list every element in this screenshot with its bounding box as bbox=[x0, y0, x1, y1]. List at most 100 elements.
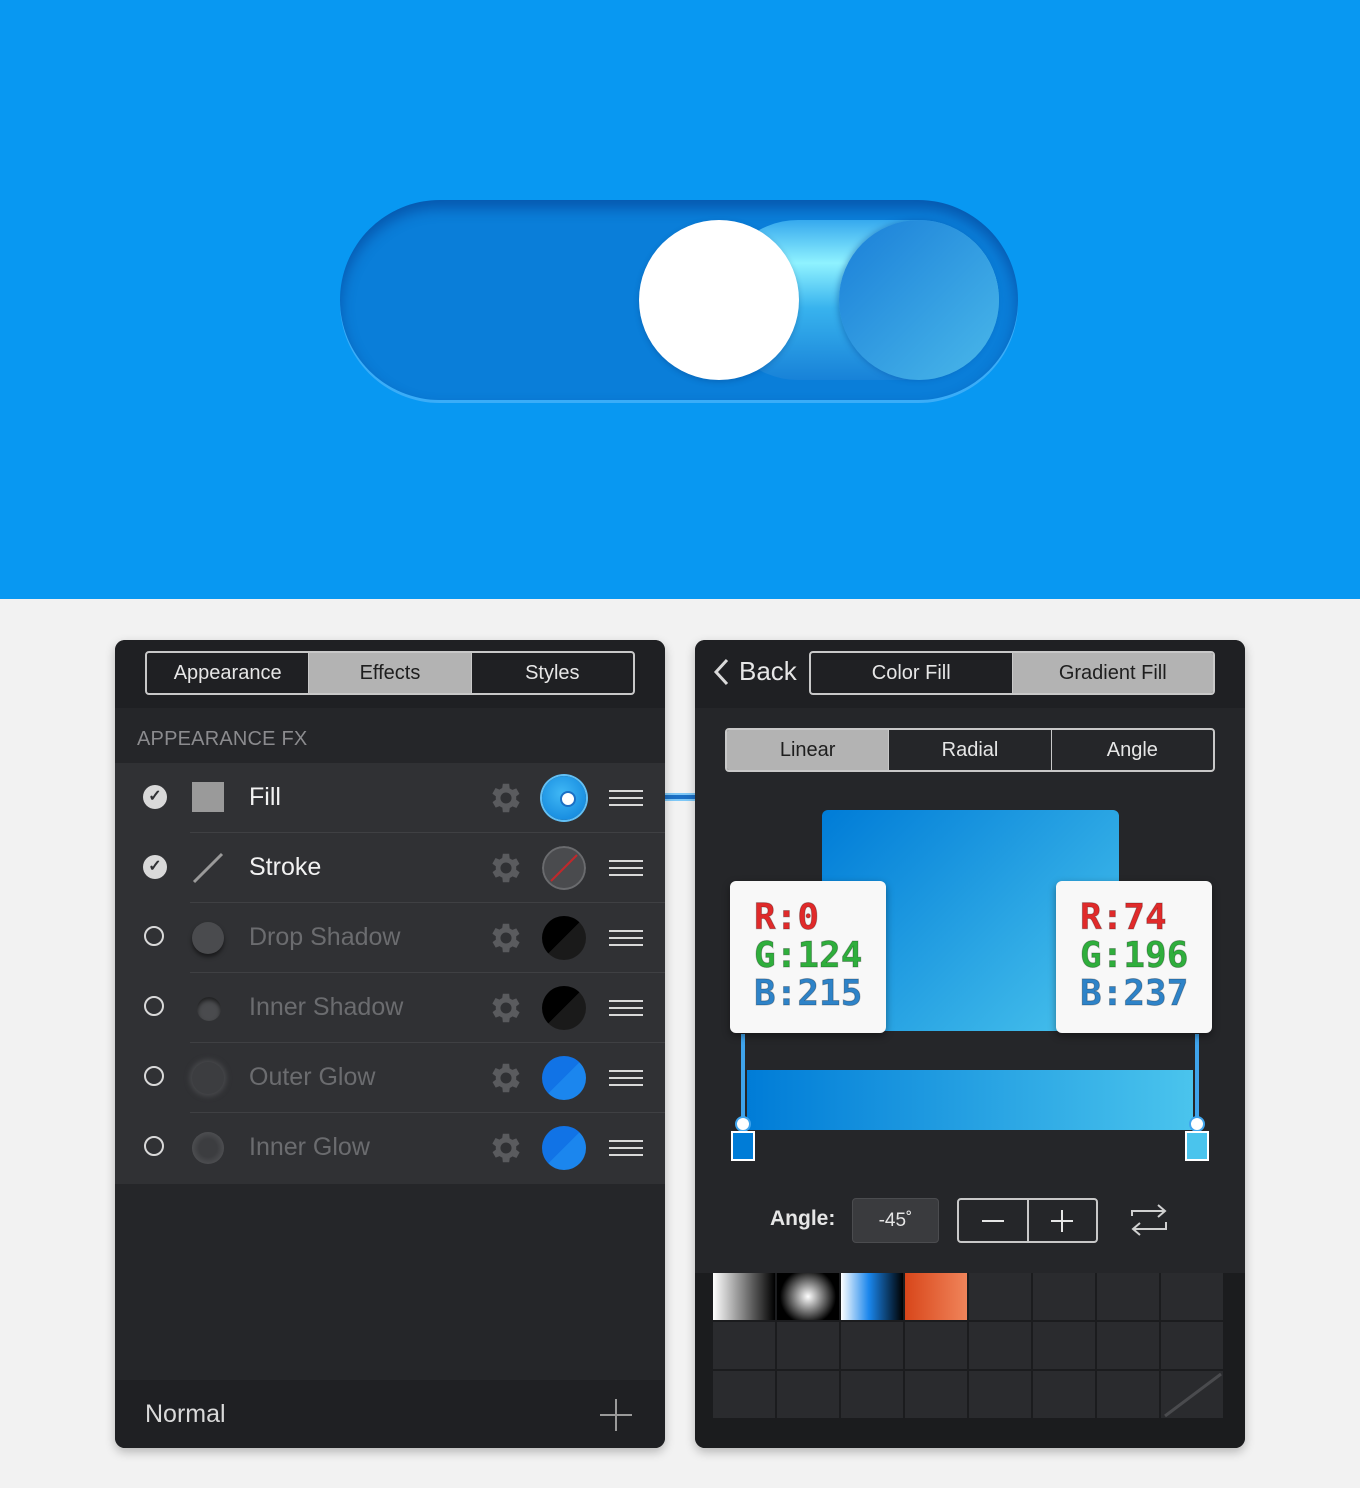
preset-empty[interactable] bbox=[905, 1322, 967, 1369]
preset-empty[interactable] bbox=[777, 1322, 839, 1369]
preset-empty[interactable] bbox=[969, 1322, 1031, 1369]
plus-icon bbox=[1051, 1209, 1074, 1232]
preset-empty[interactable] bbox=[969, 1273, 1031, 1320]
minus-icon bbox=[981, 1219, 1004, 1222]
color-stop-left[interactable] bbox=[731, 1131, 755, 1161]
panel-header: Back Color Fill Gradient Fill bbox=[695, 640, 1245, 708]
tab-appearance[interactable]: Appearance bbox=[147, 653, 308, 693]
fill-type-tabs: Color Fill Gradient Fill bbox=[809, 651, 1215, 695]
gear-icon[interactable] bbox=[487, 779, 525, 817]
blend-mode-dropdown[interactable]: Normal bbox=[145, 1400, 226, 1429]
preset-empty[interactable] bbox=[1161, 1322, 1223, 1369]
preset-empty[interactable] bbox=[713, 1322, 775, 1369]
inner-shadow-icon bbox=[197, 997, 221, 1021]
tab-angle[interactable]: Angle bbox=[1050, 730, 1213, 770]
red-value: R:74 bbox=[1080, 897, 1168, 938]
tab-linear[interactable]: Linear bbox=[727, 730, 889, 770]
fx-row-stroke[interactable]: ✓ Stroke bbox=[115, 833, 665, 903]
stop-line-left bbox=[741, 1034, 745, 1120]
add-icon[interactable] bbox=[599, 1398, 633, 1432]
preset-white-black-radial[interactable] bbox=[777, 1273, 839, 1320]
drag-handle-icon[interactable] bbox=[609, 790, 643, 807]
stop-line-right bbox=[1195, 1034, 1199, 1120]
fx-row-inner-glow[interactable]: Inner Glow bbox=[115, 1113, 665, 1183]
checkbox-unchecked[interactable] bbox=[144, 926, 164, 946]
drag-handle-icon[interactable] bbox=[609, 1000, 643, 1017]
preset-empty[interactable] bbox=[1033, 1371, 1095, 1418]
decrement-button[interactable] bbox=[959, 1200, 1027, 1241]
preset-empty[interactable] bbox=[841, 1322, 903, 1369]
section-title: APPEARANCE FX bbox=[137, 728, 308, 750]
green-value: G:124 bbox=[754, 935, 863, 976]
gear-icon[interactable] bbox=[487, 1059, 525, 1097]
tab-effects[interactable]: Effects bbox=[308, 653, 471, 693]
stroke-swatch-none[interactable] bbox=[542, 846, 586, 890]
color-stop-right[interactable] bbox=[1185, 1131, 1209, 1161]
fx-label: Fill bbox=[249, 783, 281, 811]
gradient-bar[interactable] bbox=[747, 1070, 1193, 1130]
preset-empty[interactable] bbox=[1097, 1371, 1159, 1418]
checkbox-unchecked[interactable] bbox=[144, 1136, 164, 1156]
fx-row-outer-glow[interactable]: Outer Glow bbox=[115, 1043, 665, 1113]
shadow-color-swatch[interactable] bbox=[542, 916, 586, 960]
stop-handle-left[interactable] bbox=[735, 1116, 751, 1132]
fill-connector-handle[interactable] bbox=[560, 791, 576, 807]
preset-empty[interactable] bbox=[841, 1371, 903, 1418]
swap-stops-icon[interactable] bbox=[1128, 1202, 1170, 1238]
preset-white-blue-linear[interactable] bbox=[841, 1273, 903, 1320]
gear-icon[interactable] bbox=[487, 989, 525, 1027]
tab-gradient-fill[interactable]: Gradient Fill bbox=[1011, 653, 1213, 693]
checkbox-checked-icon[interactable]: ✓ bbox=[143, 855, 167, 879]
green-value: G:196 bbox=[1080, 935, 1189, 976]
fx-label: Inner Shadow bbox=[249, 993, 404, 1021]
fx-row-fill[interactable]: ✓ Fill bbox=[115, 763, 665, 833]
tab-color-fill[interactable]: Color Fill bbox=[811, 653, 1012, 693]
drag-handle-icon[interactable] bbox=[609, 930, 643, 947]
preset-empty[interactable] bbox=[1097, 1322, 1159, 1369]
preset-empty[interactable] bbox=[1033, 1273, 1095, 1320]
gear-icon[interactable] bbox=[487, 849, 525, 887]
preset-empty[interactable] bbox=[713, 1371, 775, 1418]
toggle-knob[interactable] bbox=[639, 220, 799, 380]
hero-background bbox=[0, 0, 1360, 599]
angle-label: Angle: bbox=[770, 1207, 836, 1230]
drag-handle-icon[interactable] bbox=[609, 860, 643, 877]
fx-label: Drop Shadow bbox=[249, 923, 401, 951]
gear-icon[interactable] bbox=[487, 1129, 525, 1167]
tab-styles[interactable]: Styles bbox=[470, 653, 633, 693]
preset-empty[interactable] bbox=[969, 1371, 1031, 1418]
glow-color-swatch[interactable] bbox=[542, 1126, 586, 1170]
resize-corner[interactable] bbox=[1161, 1371, 1223, 1418]
gear-icon[interactable] bbox=[487, 919, 525, 957]
back-button[interactable]: Back bbox=[711, 656, 797, 687]
stop-handle-right[interactable] bbox=[1189, 1116, 1205, 1132]
preset-empty[interactable] bbox=[1161, 1273, 1223, 1320]
stop-color-card-left: R:0 G:124 B:215 bbox=[730, 881, 886, 1033]
checkbox-unchecked[interactable] bbox=[144, 996, 164, 1016]
preset-white-black-linear[interactable] bbox=[713, 1273, 775, 1320]
drag-handle-icon[interactable] bbox=[609, 1140, 643, 1157]
inner-glow-icon bbox=[192, 1132, 224, 1164]
tab-radial[interactable]: Radial bbox=[888, 730, 1050, 770]
glow-color-swatch[interactable] bbox=[542, 1056, 586, 1100]
gradient-type-tabs: Linear Radial Angle bbox=[725, 728, 1215, 772]
preset-empty[interactable] bbox=[1033, 1322, 1095, 1369]
checkbox-unchecked[interactable] bbox=[144, 1066, 164, 1086]
outer-glow-icon bbox=[192, 1062, 224, 1094]
preset-empty[interactable] bbox=[905, 1371, 967, 1418]
stop-color-card-right: R:74 G:196 B:237 bbox=[1056, 881, 1212, 1033]
resize-icon bbox=[1164, 1372, 1222, 1418]
drop-shadow-icon bbox=[192, 922, 224, 954]
fx-row-inner-shadow[interactable]: Inner Shadow bbox=[115, 973, 665, 1043]
shadow-color-swatch[interactable] bbox=[542, 986, 586, 1030]
panel-tabs: Appearance Effects Styles bbox=[145, 651, 635, 695]
preset-empty[interactable] bbox=[1097, 1273, 1159, 1320]
angle-input[interactable]: -45˚ bbox=[852, 1198, 939, 1243]
angle-stepper bbox=[957, 1198, 1098, 1243]
increment-button[interactable] bbox=[1026, 1200, 1097, 1241]
preset-empty[interactable] bbox=[777, 1371, 839, 1418]
fx-row-drop-shadow[interactable]: Drop Shadow bbox=[115, 903, 665, 973]
checkbox-checked-icon[interactable]: ✓ bbox=[143, 785, 167, 809]
preset-orange-linear[interactable] bbox=[905, 1273, 967, 1320]
drag-handle-icon[interactable] bbox=[609, 1070, 643, 1087]
